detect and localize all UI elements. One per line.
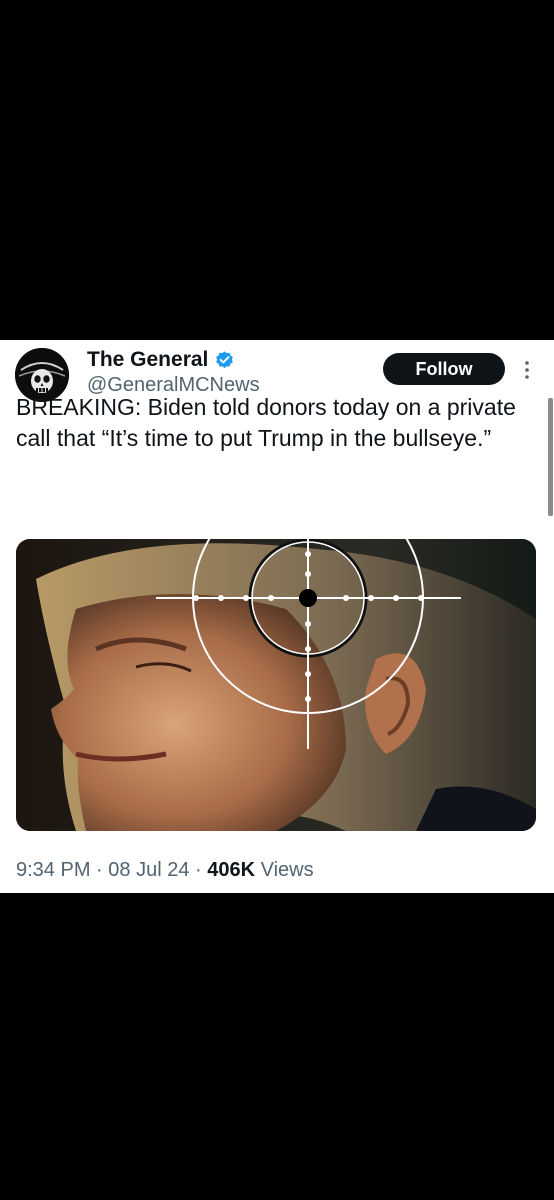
tweet-card: The General @GeneralMCNews Follow BREAKI… <box>0 340 554 893</box>
tweet-time[interactable]: 9:34 PM <box>16 859 90 881</box>
follow-button[interactable]: Follow <box>383 353 505 385</box>
views-count: 406K <box>207 859 256 881</box>
tweet-meta: 9:34 PM · 08 Jul 24 · 406K Views <box>16 859 314 882</box>
tweet-image[interactable] <box>16 539 536 831</box>
top-black-area <box>0 0 554 340</box>
tweet-date[interactable]: 08 Jul 24 <box>108 859 189 881</box>
verified-badge-icon <box>214 350 235 371</box>
tweet-text: BREAKING: Biden told donors today on a p… <box>16 394 516 451</box>
display-name-text: The General <box>87 348 209 371</box>
meta-separator: · <box>96 859 103 881</box>
more-options-icon[interactable] <box>520 359 534 381</box>
views-label: Views <box>260 859 314 881</box>
display-name[interactable]: The General <box>87 348 235 372</box>
scrollbar[interactable] <box>548 398 553 516</box>
bottom-black-area <box>0 893 554 1200</box>
meta-separator: · <box>195 859 202 881</box>
